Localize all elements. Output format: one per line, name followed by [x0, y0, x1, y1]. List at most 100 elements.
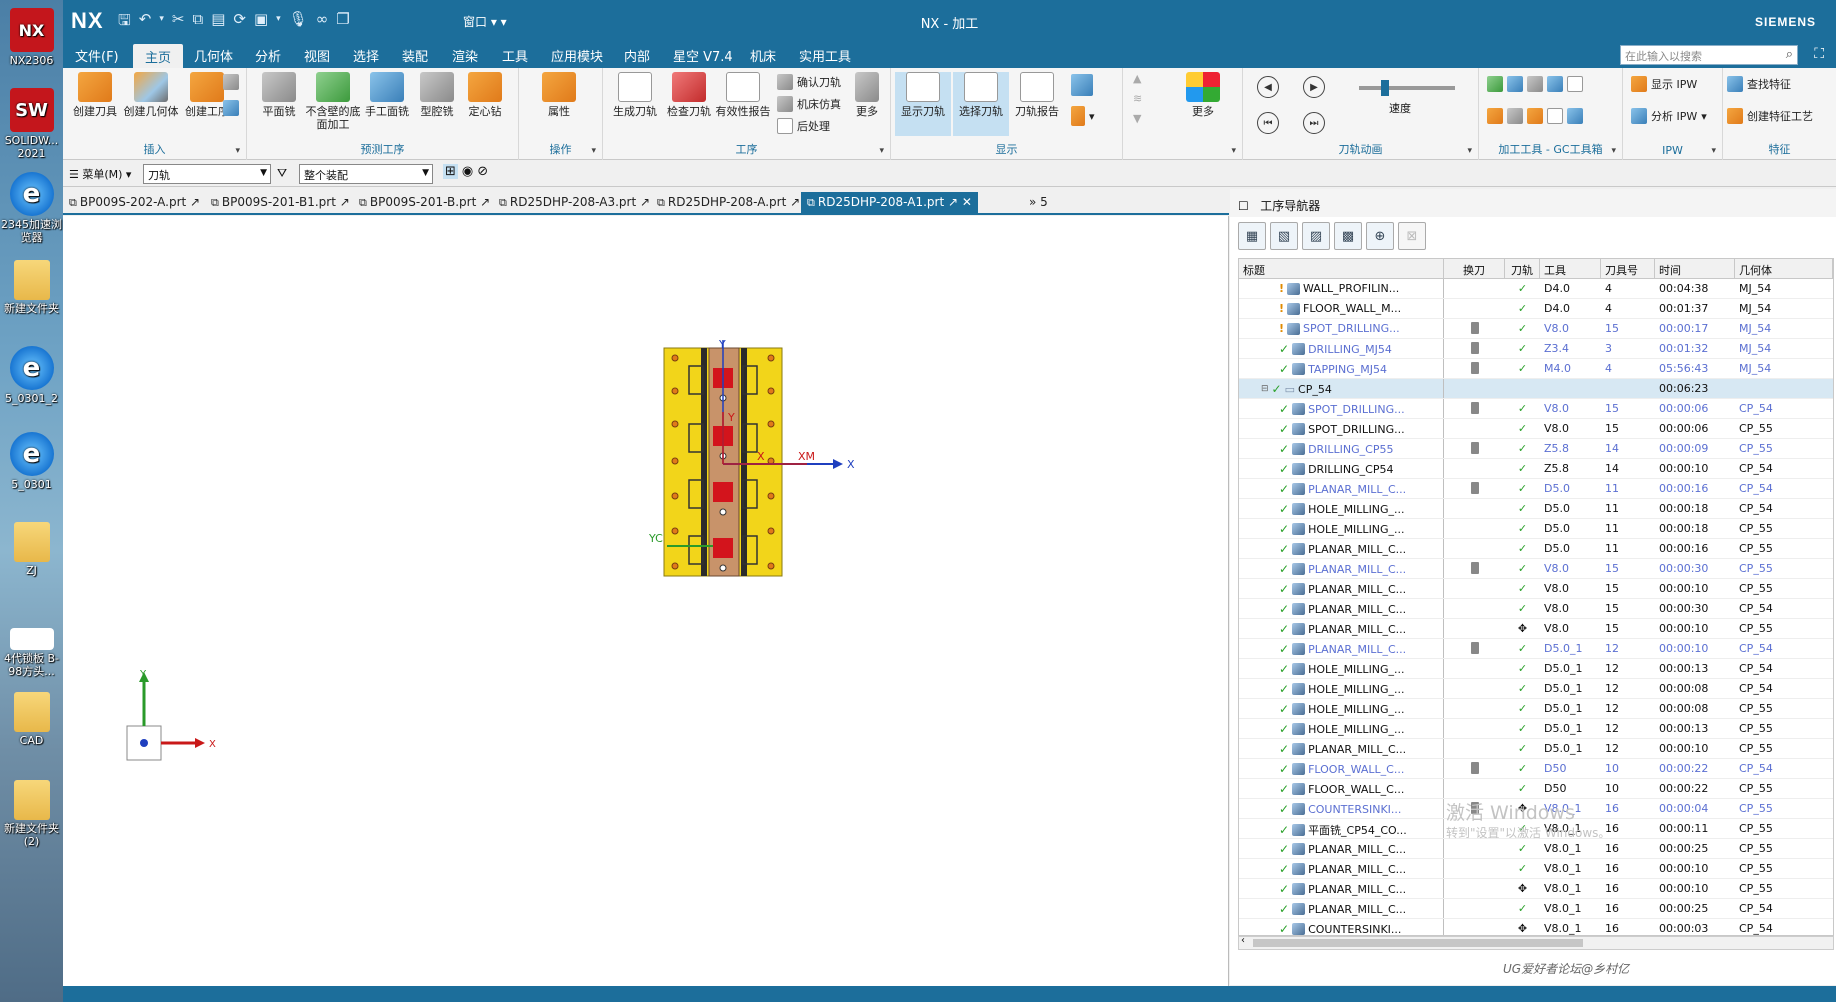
collapse-icon[interactable]: ⊟: [1261, 384, 1269, 394]
operation-row[interactable]: ✓ HOLE_MILLING_... ✓ D5.0 11 00:00:18 CP_54: [1239, 499, 1833, 519]
operation-row[interactable]: ! WALL_PROFILIN... ✓ D4.0 4 00:04:38 MJ_54: [1239, 279, 1833, 299]
link-icon[interactable]: ∞: [316, 10, 329, 35]
post-process-button[interactable]: 后处理: [777, 118, 830, 134]
verify-toolpath-button[interactable]: 检查刀轨: [661, 72, 717, 118]
hide-icon[interactable]: ⊘: [477, 164, 488, 179]
planar-mill-button[interactable]: 平面铣: [251, 72, 307, 118]
column-header-toolpath[interactable]: 刀轨: [1505, 259, 1540, 278]
operation-row[interactable]: ✓ HOLE_MILLING_... ✓ D5.0_1 12 00:00:13 CP_54: [1239, 659, 1833, 679]
menu-button[interactable]: ☰ 菜单(M) ▾: [69, 166, 131, 182]
file-tab[interactable]: ⧉ BP009S-201-B1.prt ↗: [205, 192, 356, 214]
search-icon[interactable]: ⌕: [1786, 47, 1793, 62]
group-dropdown-icon[interactable]: ▾: [1231, 146, 1236, 156]
operation-row[interactable]: ✓ HOLE_MILLING_... ✓ D5.0_1 12 00:00:08 CP_54: [1239, 679, 1833, 699]
operation-row[interactable]: ✓ TAPPING_MJ54 ✓ M4.0 4 05:56:43 MJ_54: [1239, 359, 1833, 379]
navigator-horizontal-scrollbar[interactable]: ‹: [1238, 935, 1834, 950]
operation-row[interactable]: ✓ PLANAR_MILL_C... ✓ V8.0 15 00:00:10 CP_55: [1239, 579, 1833, 599]
paste-icon[interactable]: ▤: [211, 10, 225, 35]
operation-row[interactable]: ✓ PLANAR_MILL_C... ✓ D5.0_1 12 00:00:10 CP_54: [1239, 639, 1833, 659]
confirm-toolpath-button[interactable]: 确认刀轨: [777, 74, 841, 90]
floor-no-wall-button[interactable]: 不含壁的底面加工: [305, 72, 361, 131]
group-dropdown-icon[interactable]: ▾: [235, 146, 240, 156]
operation-row[interactable]: ✓ PLANAR_MILL_C... ✓ V8.0_1 16 00:00:25 CP_54: [1239, 899, 1833, 919]
switch-window-icon[interactable]: ❐: [336, 10, 349, 35]
desktop-icon-5-0301[interactable]: e 5_0301: [0, 432, 63, 491]
group-dropdown-icon[interactable]: ▾: [879, 146, 884, 156]
group-dropdown-icon[interactable]: ▾: [1611, 146, 1616, 156]
machining-method-view-icon[interactable]: ▩: [1334, 222, 1362, 250]
column-header-tool-change[interactable]: 换刀: [1444, 259, 1505, 278]
undo-icon[interactable]: ↶: [139, 10, 152, 35]
desktop-icon-zj[interactable]: ZJ: [0, 522, 63, 577]
operation-row[interactable]: ✓ FLOOR_WALL_C... ✓ D50 10 00:00:22 CP_54: [1239, 759, 1833, 779]
arrow-down-icon[interactable]: ▼: [1133, 112, 1141, 125]
speed-slider-thumb[interactable]: [1381, 80, 1389, 96]
file-tab[interactable]: ⧉ BP009S-201-B.prt ↗: [353, 192, 496, 214]
window-menu[interactable]: 窗口 ▾ ▾: [463, 13, 507, 30]
microphone-icon[interactable]: 🎙: [289, 10, 308, 35]
graphics-viewport[interactable]: X XM Y Y X YC Y X: [63, 216, 1229, 986]
select-toolpath-button[interactable]: 选择刀轨: [953, 72, 1009, 136]
find-feature-button[interactable]: 查找特征: [1727, 76, 1791, 92]
desktop-icon-board[interactable]: 4代锁板 B-98方头...: [0, 628, 63, 678]
show-toolpath-button[interactable]: 显示刀轨: [895, 72, 951, 136]
operation-row[interactable]: ✓ PLANAR_MILL_C... ✓ V8.0_1 16 00:00:25 CP_55: [1239, 839, 1833, 859]
layers-icon[interactable]: ≋: [1133, 92, 1142, 105]
group-dropdown-icon[interactable]: ▾: [1711, 146, 1716, 156]
close-icon[interactable]: ✕: [962, 195, 972, 209]
more-procedure-button[interactable]: 更多: [845, 72, 889, 118]
program-order-view-icon[interactable]: ▦: [1238, 222, 1266, 250]
geometry-view-icon[interactable]: ▨: [1302, 222, 1330, 250]
dropdown-icon[interactable]: ▾: [159, 14, 164, 35]
step-back-icon[interactable]: ⏮: [1257, 112, 1279, 134]
operation-row[interactable]: ✓ SPOT_DRILLING... ✓ V8.0 15 00:00:06 CP_54: [1239, 399, 1833, 419]
operation-row[interactable]: ✓ PLANAR_MILL_C... ✓ D5.0_1 12 00:00:10 CP_55: [1239, 739, 1833, 759]
file-tab[interactable]: ⧉ BP009S-202-A.prt ↗: [63, 192, 206, 214]
menu-file[interactable]: 文件(F): [75, 46, 119, 65]
operation-row[interactable]: ✓ PLANAR_MILL_C... ✓ D5.0 11 00:00:16 CP_55: [1239, 539, 1833, 559]
create-tool-button[interactable]: 创建刀具: [67, 72, 123, 118]
tab-select[interactable]: 选择: [353, 46, 379, 65]
model-canvas[interactable]: X XM Y Y X YC Y X: [63, 216, 1229, 986]
column-header-time[interactable]: 时间: [1655, 259, 1735, 278]
play-forward-icon[interactable]: ▶: [1303, 76, 1325, 98]
toolpath-report-button[interactable]: 刀轨报告: [1009, 72, 1065, 118]
filter-icon[interactable]: ⛛: [277, 166, 287, 181]
file-tab-active[interactable]: ⧉ RD25DHP-208-A1.prt ↗ ✕: [801, 192, 978, 214]
arrow-up-icon[interactable]: ▲: [1133, 72, 1141, 85]
operation-row[interactable]: ! SPOT_DRILLING... ✓ V8.0 15 00:00:17 MJ_54: [1239, 319, 1833, 339]
group-dropdown-icon[interactable]: ▾: [591, 146, 596, 156]
play-reverse-icon[interactable]: ◀: [1257, 76, 1279, 98]
column-header-tool-number[interactable]: 刀具号: [1601, 259, 1655, 278]
desktop-icon-browser[interactable]: e 2345加速浏览器: [0, 172, 63, 244]
desktop-icon-5-0301-2[interactable]: e 5_0301_2: [0, 346, 63, 405]
desktop-icon-solidworks[interactable]: SW SOLIDW... 2021: [0, 88, 63, 160]
generate-toolpath-button[interactable]: 生成刀轨: [607, 72, 663, 118]
operation-row[interactable]: ✓ DRILLING_CP54 ✓ Z5.8 14 00:00:10 CP_54: [1239, 459, 1833, 479]
create-feature-process-button[interactable]: 创建特征工艺: [1727, 108, 1813, 124]
properties-button[interactable]: 属性: [531, 72, 587, 118]
tab-view[interactable]: 视图: [304, 46, 330, 65]
operation-row[interactable]: ✓ DRILLING_MJ54 ✓ Z3.4 3 00:01:32 MJ_54: [1239, 339, 1833, 359]
tab-utilities[interactable]: 实用工具: [799, 46, 851, 65]
step-forward-icon[interactable]: ⏭: [1303, 112, 1325, 134]
scrollbar-thumb[interactable]: [1253, 939, 1583, 947]
display-tool-icon[interactable]: [1071, 74, 1093, 96]
machine-simulation-button[interactable]: 机床仿真: [777, 96, 841, 112]
type-filter-select[interactable]: 刀轨 ▼: [143, 164, 271, 184]
desktop-icon-nx[interactable]: NX NX2306: [0, 8, 63, 67]
column-header-name[interactable]: 标题: [1239, 259, 1444, 278]
copy-icon[interactable]: ⧉: [192, 10, 203, 35]
desktop-icon-folder-2[interactable]: 新建文件夹 (2): [0, 780, 63, 848]
desktop-icon-cad[interactable]: CAD: [0, 692, 63, 747]
more-display-button[interactable]: 更多: [1173, 72, 1233, 118]
tab-xingkong[interactable]: 星空 V7.4: [673, 46, 733, 65]
group-dropdown-icon[interactable]: ▾: [1467, 146, 1472, 156]
tab-analysis[interactable]: 分析: [255, 46, 281, 65]
machine-tool-view-icon[interactable]: ▧: [1270, 222, 1298, 250]
column-header-tool[interactable]: 工具: [1540, 259, 1601, 278]
operation-row[interactable]: ✓ DRILLING_CP55 ✓ Z5.8 14 00:00:09 CP_55: [1239, 439, 1833, 459]
operation-row[interactable]: ✓ HOLE_MILLING_... ✓ D5.0_1 12 00:00:08 CP_55: [1239, 699, 1833, 719]
desktop-icon-folder[interactable]: 新建文件夹: [0, 260, 63, 315]
cut-icon[interactable]: ✂: [172, 10, 185, 35]
